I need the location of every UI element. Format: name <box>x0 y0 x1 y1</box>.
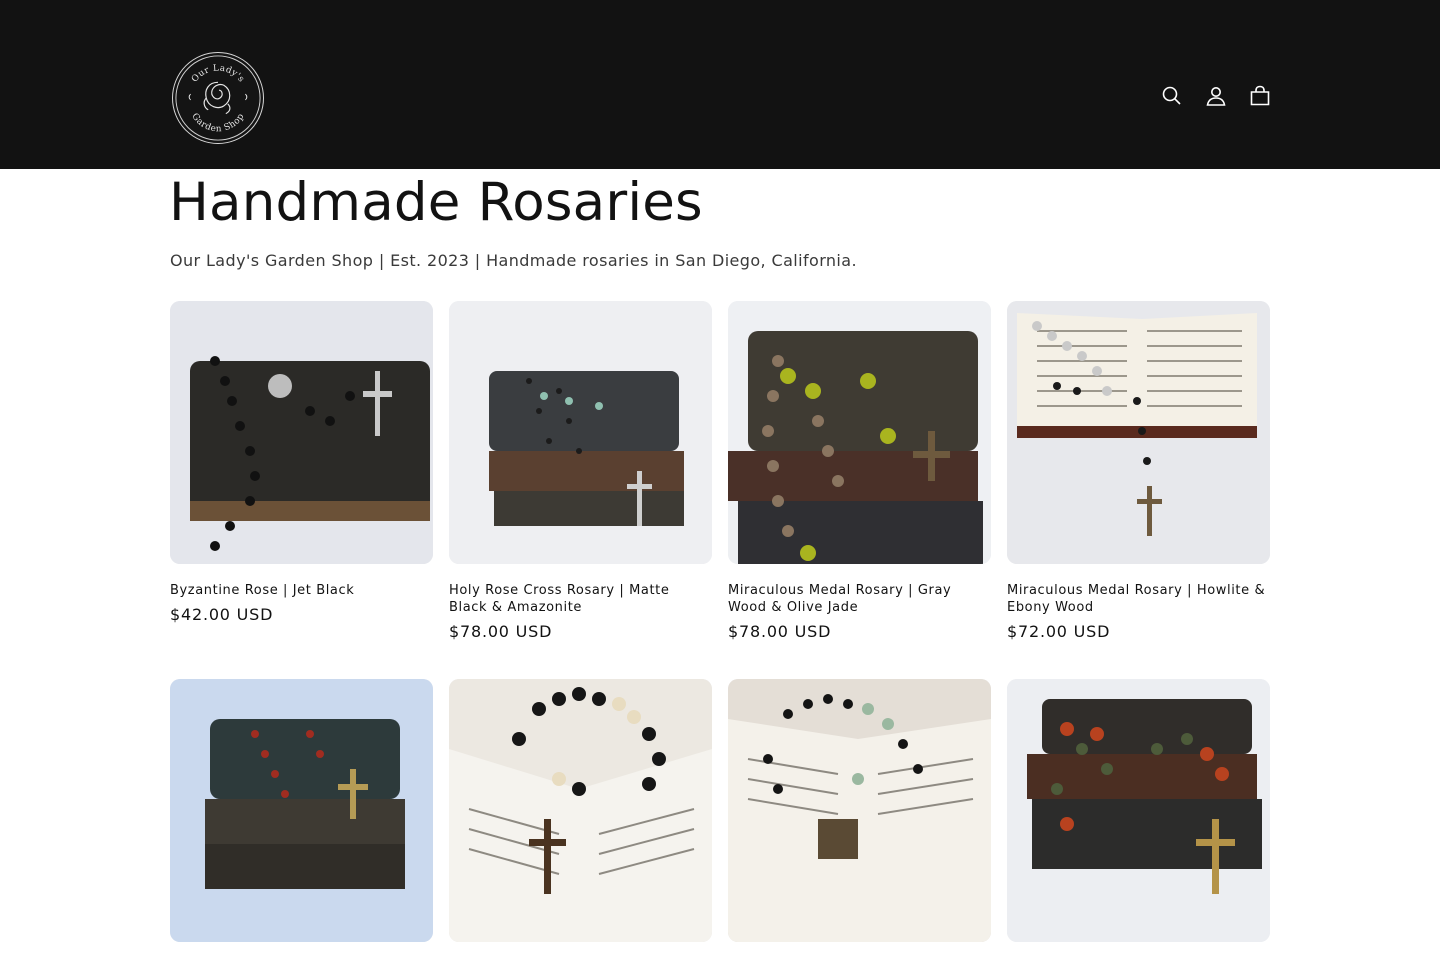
collection-description: Our Lady's Garden Shop | Est. 2023 | Han… <box>170 251 857 270</box>
product-title[interactable]: Holy Rose Cross Rosary | Matte Black & A… <box>449 582 712 616</box>
logo-text-bottom: Garden Shop <box>189 112 246 135</box>
product-card[interactable] <box>728 679 991 960</box>
svg-text:Our Lady's: Our Lady's <box>190 63 246 84</box>
account-icon[interactable] <box>1204 84 1228 108</box>
product-price: $78.00 USD <box>728 622 832 641</box>
product-price: $72.00 USD <box>1007 622 1111 641</box>
site-header: Our Lady's Garden Shop <box>0 0 1440 169</box>
collection-title: Handmade Rosaries <box>169 172 703 233</box>
product-image[interactable] <box>449 301 712 564</box>
product-image[interactable] <box>170 301 433 564</box>
product-title[interactable]: Miraculous Medal Rosary | Gray Wood & Ol… <box>728 582 991 616</box>
product-card[interactable]: Miraculous Medal Rosary | Howlite & Ebon… <box>1007 301 1270 643</box>
product-card[interactable] <box>1007 679 1270 960</box>
product-image[interactable] <box>728 301 991 564</box>
product-image[interactable] <box>170 679 433 942</box>
header-icon-group <box>1160 84 1272 108</box>
product-card[interactable]: Byzantine Rose | Jet Black $42.00 USD <box>170 301 433 626</box>
search-icon[interactable] <box>1160 84 1184 108</box>
product-card[interactable]: Holy Rose Cross Rosary | Matte Black & A… <box>449 301 712 643</box>
shop-logo[interactable]: Our Lady's Garden Shop <box>172 52 264 144</box>
svg-text:Garden Shop: Garden Shop <box>189 112 246 135</box>
rose-logo-icon: Our Lady's Garden Shop <box>175 55 261 141</box>
product-title[interactable]: Miraculous Medal Rosary | Howlite & Ebon… <box>1007 582 1270 616</box>
product-price: $78.00 USD <box>449 622 553 641</box>
product-card[interactable]: Miraculous Medal Rosary | Gray Wood & Ol… <box>728 301 991 643</box>
product-image[interactable] <box>449 679 712 942</box>
product-card[interactable] <box>449 679 712 960</box>
logo-text-top: Our Lady's <box>190 63 246 84</box>
product-image[interactable] <box>1007 301 1270 564</box>
product-image[interactable] <box>728 679 991 942</box>
cart-icon[interactable] <box>1248 84 1272 108</box>
product-price: $42.00 USD <box>170 605 274 624</box>
product-title[interactable]: Byzantine Rose | Jet Black <box>170 582 433 599</box>
product-image[interactable] <box>1007 679 1270 942</box>
product-card[interactable] <box>170 679 433 960</box>
